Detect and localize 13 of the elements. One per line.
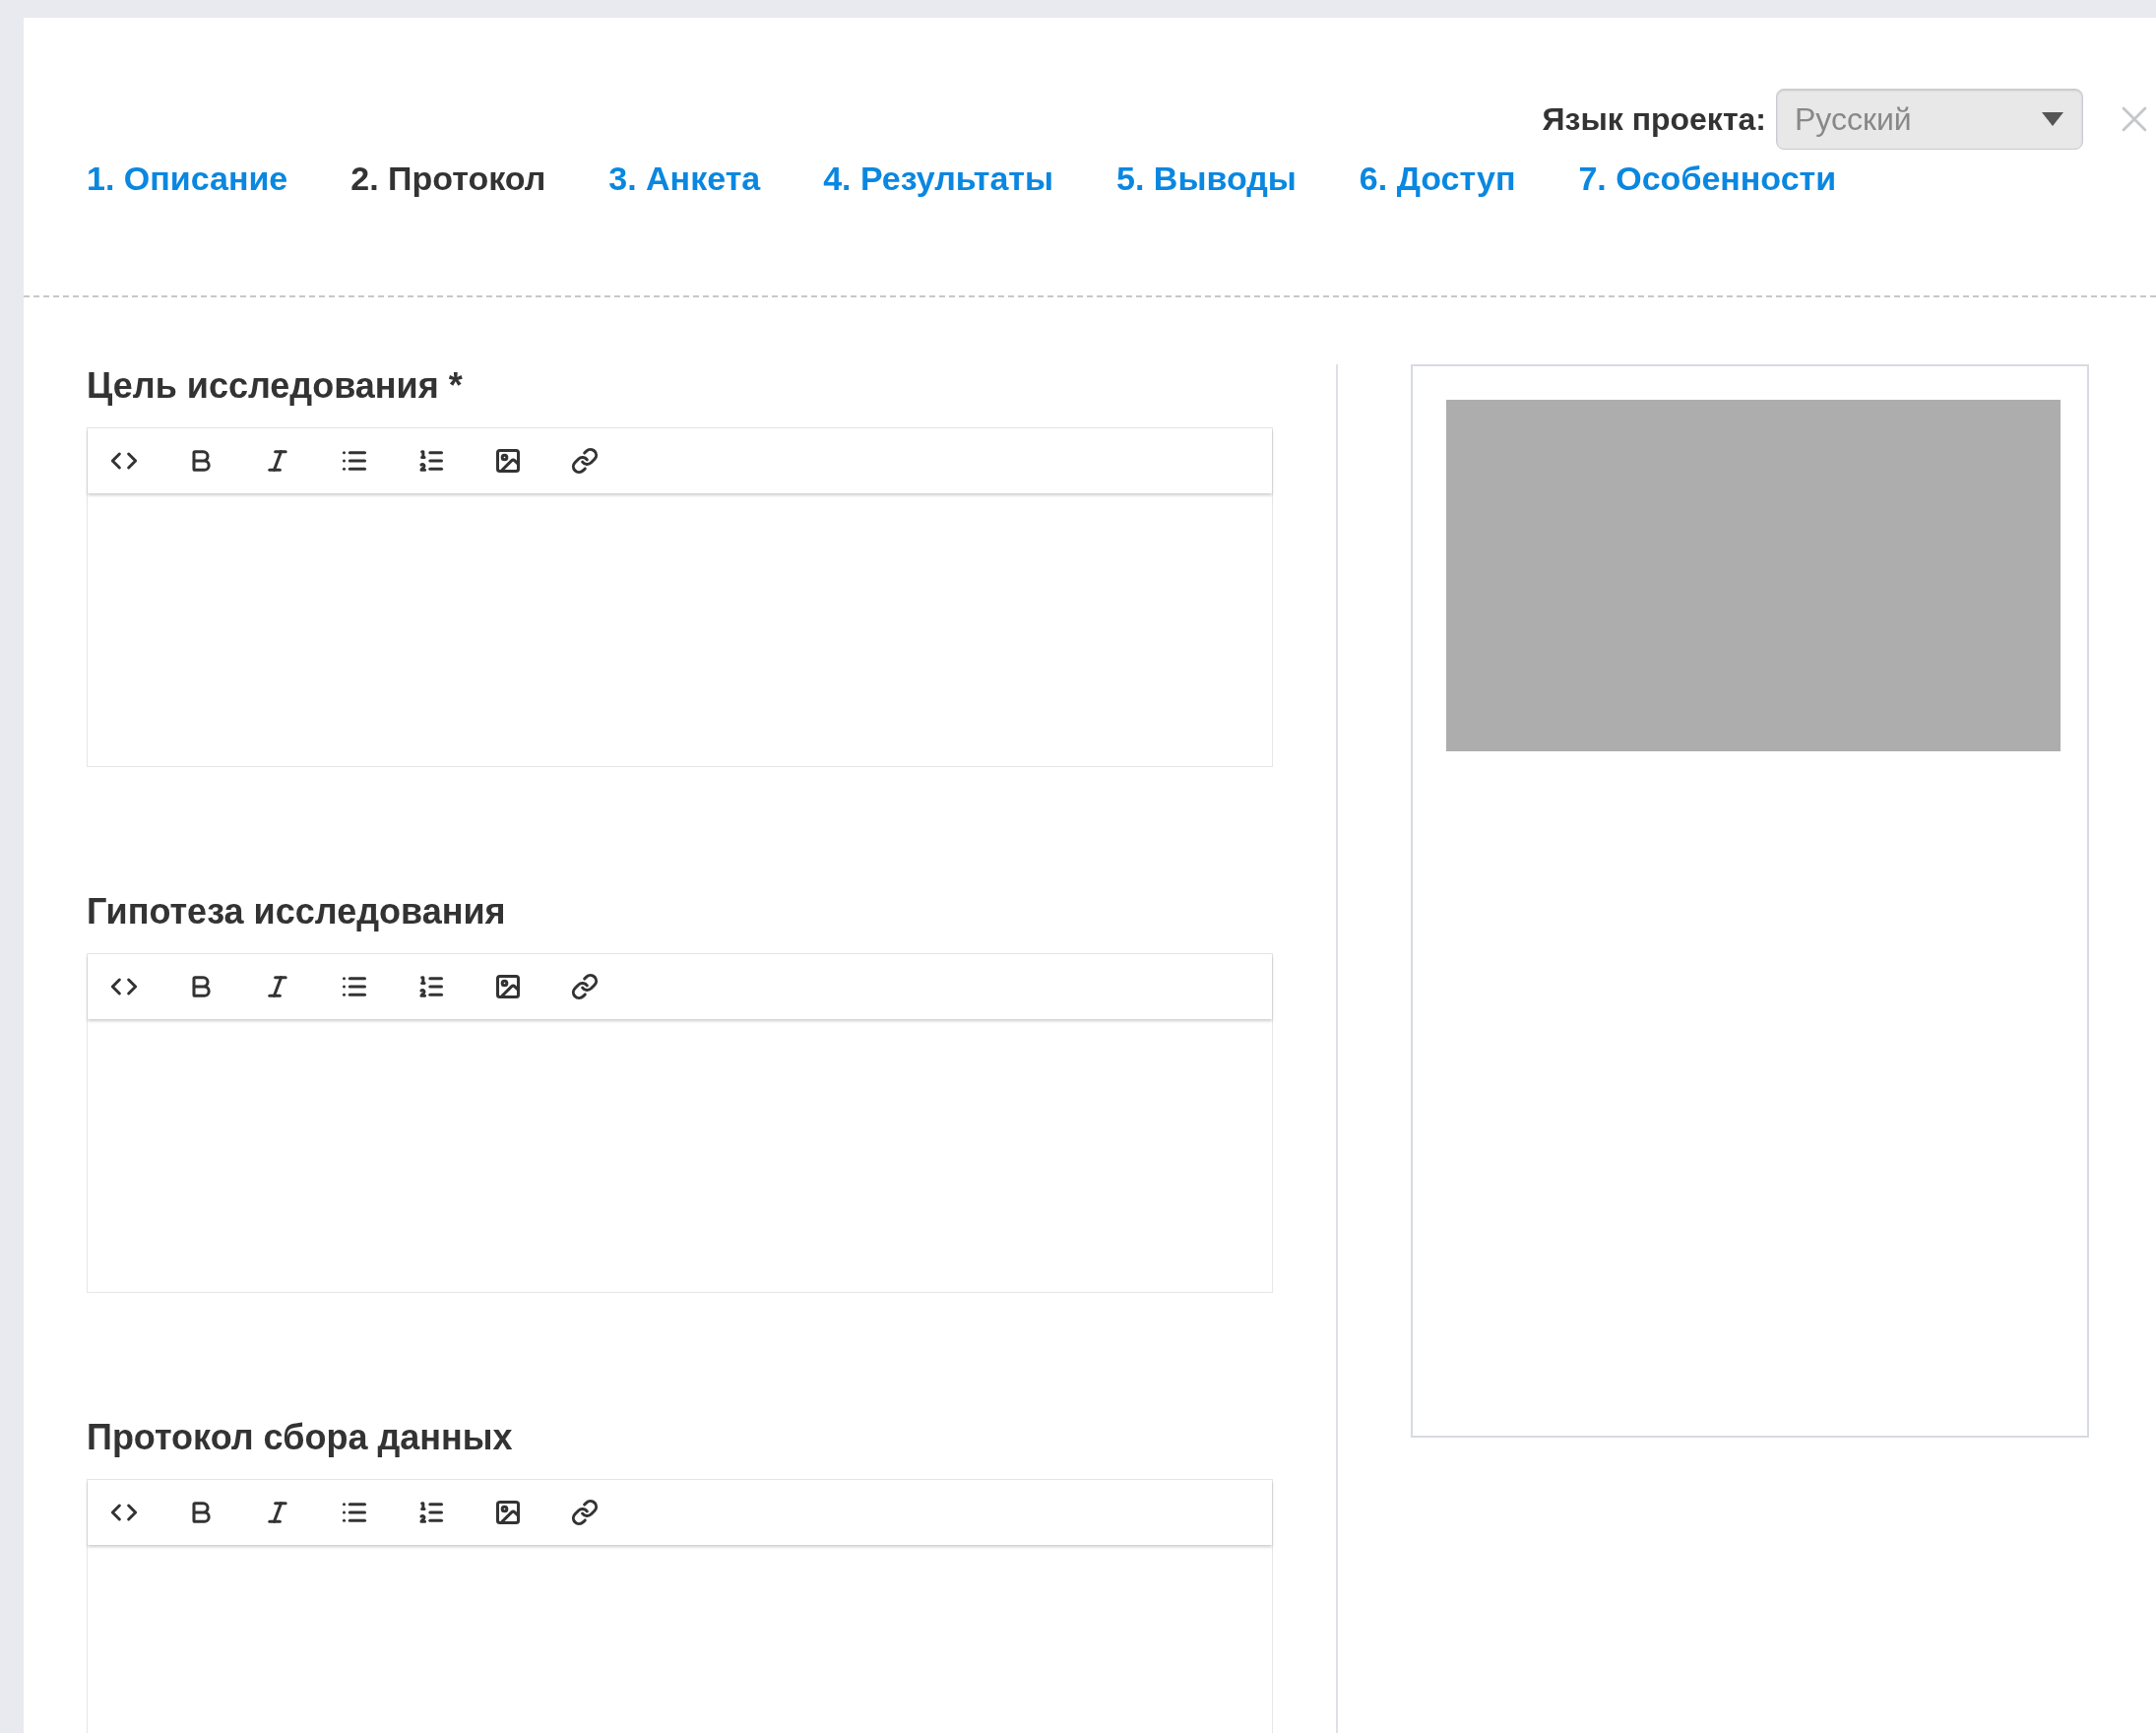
language-label: Язык проекта: — [1542, 99, 1766, 139]
step-tab[interactable]: 7. Особенности — [1578, 154, 1837, 204]
field-label: Протокол сбора данных — [87, 1418, 514, 1457]
dropdown-caret-icon — [2041, 110, 2064, 127]
step-tab[interactable]: 2. Протокол — [350, 154, 546, 204]
language-select[interactable]: Русский — [1776, 88, 2083, 150]
field-label: Гипотеза исследования — [87, 892, 507, 931]
field-label: Цель исследования * — [87, 366, 464, 406]
step-tab[interactable]: 6. Доступ — [1359, 154, 1516, 204]
step-tab[interactable]: 3. Анкета — [608, 154, 761, 204]
step-tab[interactable]: 5. Выводы — [1116, 154, 1297, 204]
step-tab[interactable]: 1. Описание — [87, 154, 288, 204]
step-tab[interactable]: 4. Результаты — [823, 154, 1054, 204]
